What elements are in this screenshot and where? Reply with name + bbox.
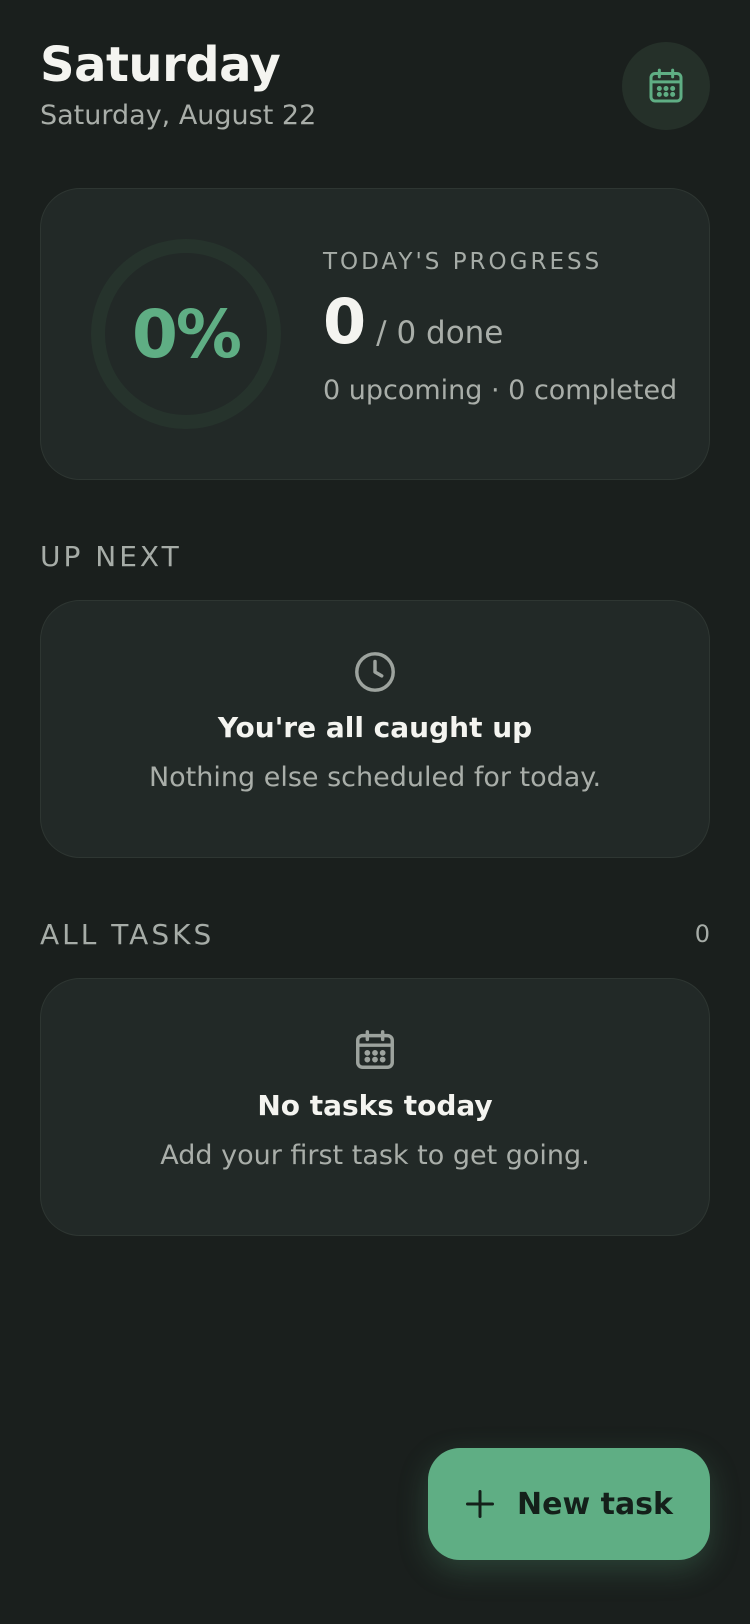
progress-summary: TODAY'S PROGRESS 0 / 0 done 0 upcoming ·… [323, 249, 677, 406]
up-next-empty-desc: Nothing else scheduled for today. [148, 762, 602, 793]
clock-icon [355, 652, 395, 692]
progress-meta: 0 upcoming · 0 completed [323, 375, 678, 406]
plus-icon [465, 1490, 494, 1518]
all-tasks-empty-title: No tasks today [257, 1089, 493, 1122]
progress-card: 0% TODAY'S PROGRESS 0 / 0 done 0 upcomin… [40, 188, 710, 480]
today-screen: Saturday Saturday, August 22 0% TODAY'S … [0, 0, 750, 1624]
calendar-button[interactable] [622, 42, 710, 130]
all-tasks-heading: ALL TASKS [40, 918, 215, 951]
all-tasks-empty-desc: Add your first task to get going. [160, 1140, 590, 1171]
progress-label: TODAY'S PROGRESS [323, 249, 603, 275]
calendar-icon [649, 68, 683, 103]
task-count: 0 [694, 920, 710, 948]
all-tasks-empty-card: No tasks today Add your first task to ge… [40, 978, 710, 1236]
done-count: 0 [323, 285, 367, 358]
progress-percent: 0% [131, 295, 242, 373]
date-subtitle: Saturday, August 22 [40, 100, 317, 131]
up-next-heading: UP NEXT [40, 540, 182, 573]
up-next-empty-title: You're all caught up [217, 711, 533, 744]
new-task-label: New task [516, 1486, 673, 1522]
header: Saturday Saturday, August 22 [40, 36, 316, 131]
calendar-icon [356, 1030, 394, 1069]
page-title: Saturday [40, 37, 281, 93]
up-next-empty-card: You're all caught up Nothing else schedu… [40, 600, 710, 858]
new-task-button[interactable]: New task [428, 1448, 710, 1560]
done-total: / 0 done [376, 315, 504, 351]
